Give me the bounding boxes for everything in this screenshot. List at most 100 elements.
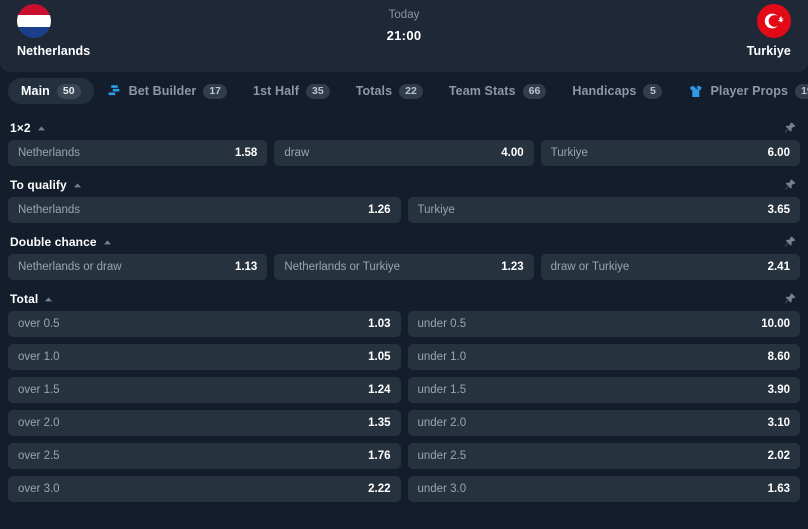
odds-label: under 2.5 xyxy=(417,450,467,462)
tab-label: Bet Builder xyxy=(128,84,197,98)
flag-netherlands-icon xyxy=(17,4,51,38)
section-title: 1×2 xyxy=(10,121,31,135)
odds-value: 3.10 xyxy=(767,417,790,429)
home-team: Netherlands xyxy=(0,0,160,58)
tab-1st-half[interactable]: 1st Half 35 xyxy=(240,78,343,104)
odds-label: draw xyxy=(284,147,310,159)
tab-label: Team Stats xyxy=(448,84,516,98)
odds-label: over 2.0 xyxy=(18,417,60,429)
odds-label: Turkiye xyxy=(417,204,455,216)
odds-button[interactable]: under 1.0 8.60 xyxy=(407,344,800,370)
section-header: To qualify xyxy=(8,173,800,197)
match-time: 21:00 xyxy=(386,28,422,43)
odds-value: 1.63 xyxy=(767,483,790,495)
odds-button[interactable]: over 3.0 2.22 xyxy=(8,476,401,502)
section-header: 1×2 xyxy=(8,116,800,140)
section-header: Total xyxy=(8,287,800,311)
odds-label: Netherlands xyxy=(18,147,81,159)
chevron-up-icon[interactable] xyxy=(44,295,53,304)
odds-button[interactable]: Netherlands 1.26 xyxy=(8,197,401,223)
pin-icon[interactable] xyxy=(784,236,798,249)
tab-badge: 17 xyxy=(203,83,228,99)
odds-value: 1.58 xyxy=(234,147,258,159)
odds-button[interactable]: Netherlands 1.58 xyxy=(8,140,268,166)
tab-label: Player Props xyxy=(710,84,789,98)
odds-row: Netherlands or draw 1.13 Netherlands or Tu… xyxy=(8,254,800,280)
odds-button[interactable]: over 2.0 1.35 xyxy=(8,410,401,436)
odds-button[interactable]: Netherlands or Turkiye 1.23 xyxy=(274,254,534,280)
odds-value: 1.76 xyxy=(368,450,391,462)
odds-label: Netherlands or draw xyxy=(18,261,122,273)
odds-button[interactable]: under 1.5 3.90 xyxy=(407,377,800,403)
kickoff-info: Today 21:00 xyxy=(160,0,648,43)
tab-badge: 19 xyxy=(795,83,808,99)
odds-label: draw or Turkiye xyxy=(550,261,630,273)
odds-value: 1.05 xyxy=(368,351,391,363)
odds-button[interactable]: over 1.0 1.05 xyxy=(8,344,401,370)
odds-row: over 1.0 1.05 under 1.0 8.60 xyxy=(8,344,800,370)
odds-button[interactable]: under 2.5 2.02 xyxy=(407,443,800,469)
odds-label: under 1.0 xyxy=(417,351,467,363)
tab-handicaps[interactable]: Handicaps 5 xyxy=(559,78,675,104)
odds-value: 3.90 xyxy=(767,384,790,396)
pin-icon[interactable] xyxy=(784,293,798,306)
odds-label: over 1.0 xyxy=(18,351,60,363)
odds-row: Netherlands 1.26 Turkiye 3.65 xyxy=(8,197,800,223)
tab-team-stats[interactable]: Team Stats 66 xyxy=(436,78,559,104)
odds-value: 6.00 xyxy=(767,147,790,159)
odds-button[interactable]: Netherlands or draw 1.13 xyxy=(8,254,268,280)
away-team-name: Turkiye xyxy=(746,44,791,58)
odds-label: under 3.0 xyxy=(417,483,467,495)
odds-value: 1.35 xyxy=(368,417,391,429)
tab-label: Totals xyxy=(355,84,393,98)
odds-button[interactable]: draw or Turkiye 2.41 xyxy=(540,254,800,280)
odds-button[interactable]: draw 4.00 xyxy=(274,140,534,166)
chevron-up-icon[interactable] xyxy=(73,181,82,190)
tab-label: Main xyxy=(21,84,50,98)
match-day: Today xyxy=(388,9,420,21)
tab-label: Handicaps xyxy=(572,84,637,98)
odds-button[interactable]: under 0.5 10.00 xyxy=(407,311,800,337)
odds-label: over 1.5 xyxy=(18,384,60,396)
section-title: To qualify xyxy=(10,178,67,192)
odds-value: 10.00 xyxy=(761,318,790,330)
odds-row: over 0.5 1.03 under 0.5 10.00 xyxy=(8,311,800,337)
tab-label: 1st Half xyxy=(253,84,299,98)
odds-value: 1.23 xyxy=(501,261,524,273)
odds-button[interactable]: over 0.5 1.03 xyxy=(8,311,401,337)
chevron-up-icon[interactable] xyxy=(103,238,112,247)
odds-label: over 2.5 xyxy=(18,450,60,462)
odds-value: 2.02 xyxy=(767,450,790,462)
odds-label: over 0.5 xyxy=(18,318,60,330)
odds-row: Netherlands 1.58 draw 4.00 Turkiye 6.00 xyxy=(8,140,800,166)
pin-icon[interactable] xyxy=(784,122,798,135)
odds-value: 1.24 xyxy=(368,384,391,396)
odds-button[interactable]: over 2.5 1.76 xyxy=(8,443,401,469)
odds-button[interactable]: over 1.5 1.24 xyxy=(8,377,401,403)
odds-value: 2.22 xyxy=(368,483,391,495)
home-team-name: Netherlands xyxy=(17,44,91,58)
chevron-up-icon[interactable] xyxy=(37,124,46,133)
flag-turkiye-icon xyxy=(757,4,791,38)
odds-value: 8.60 xyxy=(767,351,790,363)
bet-builder-icon xyxy=(107,84,122,99)
odds-button[interactable]: under 3.0 1.63 xyxy=(407,476,800,502)
tab-badge: 50 xyxy=(56,83,81,99)
odds-label: under 0.5 xyxy=(417,318,467,330)
odds-value: 1.13 xyxy=(234,261,258,273)
odds-value: 1.03 xyxy=(368,318,391,330)
market-tabs: Main 50 Bet Builder 17 1st Half 35 Totals 22 Tea… xyxy=(0,72,808,110)
odds-button[interactable]: under 2.0 3.10 xyxy=(407,410,800,436)
tab-main[interactable]: Main 50 xyxy=(8,78,94,104)
match-header: Netherlands Today 21:00 Turkiye xyxy=(0,0,808,72)
tab-bet-builder[interactable]: Bet Builder 17 xyxy=(94,78,240,104)
odds-button[interactable]: Turkiye 6.00 xyxy=(540,140,800,166)
odds-row: over 3.0 2.22 under 3.0 1.63 xyxy=(8,476,800,502)
odds-button[interactable]: Turkiye 3.65 xyxy=(407,197,800,223)
markets-list: 1×2 Netherlands 1.58 draw 4.00 Turkiye 6.00 To … xyxy=(0,116,808,502)
section-header: Double chance xyxy=(8,230,800,254)
odds-value: 4.00 xyxy=(501,147,524,159)
tab-player-props[interactable]: Player Props 19 xyxy=(675,78,808,104)
tab-totals[interactable]: Totals 22 xyxy=(343,78,436,104)
pin-icon[interactable] xyxy=(784,179,798,192)
